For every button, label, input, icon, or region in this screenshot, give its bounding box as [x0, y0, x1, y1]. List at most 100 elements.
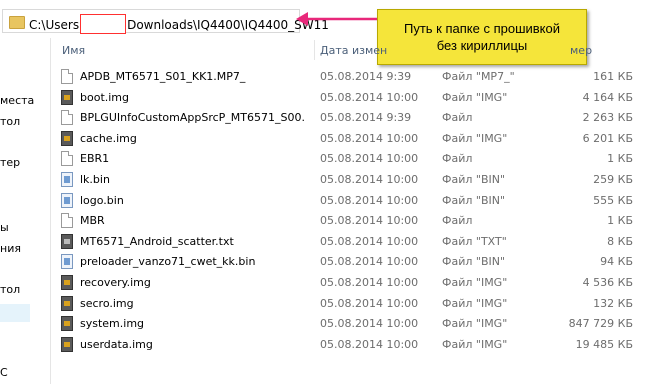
nav-item[interactable]: ния	[0, 242, 40, 255]
file-name: APDB_MT6571_S01_KK1.MP7_	[80, 70, 246, 83]
nav-item[interactable]: тер	[0, 156, 40, 169]
file-size: 1 КБ	[607, 214, 633, 228]
folder-icon	[9, 16, 25, 29]
file-date: 05.08.2014 9:39	[320, 111, 412, 125]
address-path[interactable]: C:\Users Downloads\IQ4400\IQ4400_SW11	[29, 14, 329, 34]
file-type: Файл "IMG"	[442, 276, 508, 289]
file-name: logo.bin	[80, 193, 124, 207]
file-date: 05.08.2014 10:00	[320, 337, 419, 351]
file-row[interactable]: MT6571_Android_scatter.txt 05.08.2014 10:…	[56, 231, 645, 253]
file-date: 05.08.2014 10:00	[320, 173, 419, 186]
file-date: 05.08.2014 10:00	[320, 255, 419, 269]
file-date: 05.08.2014 9:39	[320, 70, 412, 83]
file-row[interactable]: logo.bin 05.08.2014 10:00 Файл "BIN" 555 КБ	[56, 190, 645, 212]
file-name: secro.img	[80, 296, 134, 310]
file-date: 05.08.2014 10:00	[320, 317, 419, 331]
file-date: 05.08.2014 10:00	[320, 276, 419, 289]
file-name: userdata.img	[80, 337, 153, 351]
file-size: 847 729 КБ	[568, 317, 633, 331]
file-size: 4 536 КБ	[582, 276, 633, 289]
file-size: 132 КБ	[593, 296, 633, 310]
nav-item[interactable]: тол	[0, 283, 40, 296]
file-size: 94 КБ	[600, 255, 633, 269]
file-date: 05.08.2014 10:00	[320, 152, 419, 166]
file-size: 4 164 КБ	[582, 90, 633, 104]
file-size: 259 КБ	[593, 173, 633, 186]
file-row[interactable]: MBR 05.08.2014 10:00 Файл 1 КБ	[56, 210, 645, 232]
column-divider[interactable]	[314, 40, 315, 60]
image-file-icon	[61, 275, 73, 290]
file-name: EBR1	[80, 152, 110, 166]
file-type: Файл	[442, 214, 473, 228]
file-size: 8 КБ	[607, 234, 633, 248]
file-row[interactable]: recovery.img 05.08.2014 10:00 Файл "IMG" 4 …	[56, 272, 645, 294]
bin-file-icon	[61, 254, 73, 270]
column-header-name[interactable]: Имя	[62, 44, 85, 57]
nav-item-selected[interactable]	[0, 304, 30, 322]
file-size: 1 КБ	[607, 152, 633, 166]
file-date: 05.08.2014 10:00	[320, 90, 419, 104]
file-type: Файл	[442, 152, 473, 166]
nav-item[interactable]: тол	[0, 115, 40, 128]
file-type: Файл	[442, 111, 473, 125]
file-name: cache.img	[80, 131, 137, 145]
document-icon	[61, 110, 73, 126]
file-row[interactable]: boot.img 05.08.2014 10:00 Файл "IMG" 4 164 …	[56, 87, 645, 109]
address-bar[interactable]: C:\Users Downloads\IQ4400\IQ4400_SW11	[2, 9, 329, 34]
file-date: 05.08.2014 10:00	[320, 131, 419, 145]
nav-item[interactable]: С	[0, 366, 40, 379]
document-icon	[61, 69, 73, 84]
file-row[interactable]: secro.img 05.08.2014 10:00 Файл "IMG" 132 К…	[56, 293, 645, 315]
file-type: Файл "IMG"	[442, 90, 508, 104]
image-file-icon	[61, 336, 73, 352]
document-icon	[61, 151, 73, 167]
file-name: lk.bin	[80, 173, 110, 186]
file-type: Файл "TXT"	[442, 234, 507, 248]
file-date: 05.08.2014 10:00	[320, 234, 419, 248]
file-size: 2 263 КБ	[582, 111, 633, 125]
file-type: Файл "IMG"	[442, 296, 508, 310]
file-date: 05.08.2014 10:00	[320, 193, 419, 207]
file-row[interactable]: preloader_vanzo71_cwet_kk.bin 05.08.2014 …	[56, 251, 645, 273]
file-row[interactable]: BPLGUInfoCustomAppSrcP_MT6571_S00... 05.0…	[56, 107, 645, 129]
file-type: Файл "MP7_"	[442, 70, 515, 83]
file-row[interactable]: lk.bin 05.08.2014 10:00 Файл "BIN" 259 КБ	[56, 169, 645, 191]
navigation-pane: места тол тер ы ния тол С	[0, 38, 51, 384]
annotation-arrow-icon	[296, 12, 378, 26]
image-file-icon	[61, 89, 73, 105]
file-row[interactable]: userdata.img 05.08.2014 10:00 Файл "IMG" 19…	[56, 334, 645, 356]
file-row[interactable]: EBR1 05.08.2014 10:00 Файл 1 КБ	[56, 148, 645, 170]
path-prefix: C:\Users	[29, 18, 80, 32]
file-name: recovery.img	[80, 276, 151, 289]
file-name: boot.img	[80, 90, 130, 104]
file-type: Файл "IMG"	[442, 131, 508, 145]
callout-line-1: Путь к папке с прошивкой	[404, 21, 560, 36]
column-header-row: Имя Дата измен мер	[56, 38, 645, 62]
file-type: Файл "BIN"	[442, 173, 506, 186]
nav-item[interactable]: ы	[0, 221, 40, 234]
file-size: 19 485 КБ	[575, 337, 633, 351]
column-header-date[interactable]: Дата измен	[320, 44, 387, 57]
image-file-icon	[61, 316, 73, 332]
file-type: Файл "BIN"	[442, 193, 506, 207]
file-name: MT6571_Android_scatter.txt	[80, 234, 234, 248]
text-file-icon	[61, 233, 73, 249]
file-row[interactable]: APDB_MT6571_S01_KK1.MP7_ 05.08.2014 9:39 Ф…	[56, 66, 645, 88]
file-type: Файл "IMG"	[442, 317, 508, 331]
file-type: Файл "BIN"	[442, 255, 506, 269]
bin-file-icon	[61, 172, 73, 187]
file-size: 6 201 КБ	[582, 131, 633, 145]
column-header-size[interactable]: мер	[570, 44, 592, 57]
nav-item[interactable]: места	[0, 94, 40, 107]
file-name: preloader_vanzo71_cwet_kk.bin	[80, 255, 256, 269]
file-row[interactable]: cache.img 05.08.2014 10:00 Файл "IMG" 6 201…	[56, 128, 645, 150]
file-type: Файл "IMG"	[442, 337, 508, 351]
file-name: system.img	[80, 317, 145, 331]
redacted-username-box	[80, 14, 127, 34]
file-name: BPLGUInfoCustomAppSrcP_MT6571_S00...	[80, 111, 306, 125]
image-file-icon	[61, 295, 73, 311]
file-name: MBR	[80, 214, 105, 228]
file-size: 555 КБ	[593, 193, 633, 207]
file-date: 05.08.2014 10:00	[320, 214, 419, 228]
file-row[interactable]: system.img 05.08.2014 10:00 Файл "IMG" 847 …	[56, 313, 645, 335]
